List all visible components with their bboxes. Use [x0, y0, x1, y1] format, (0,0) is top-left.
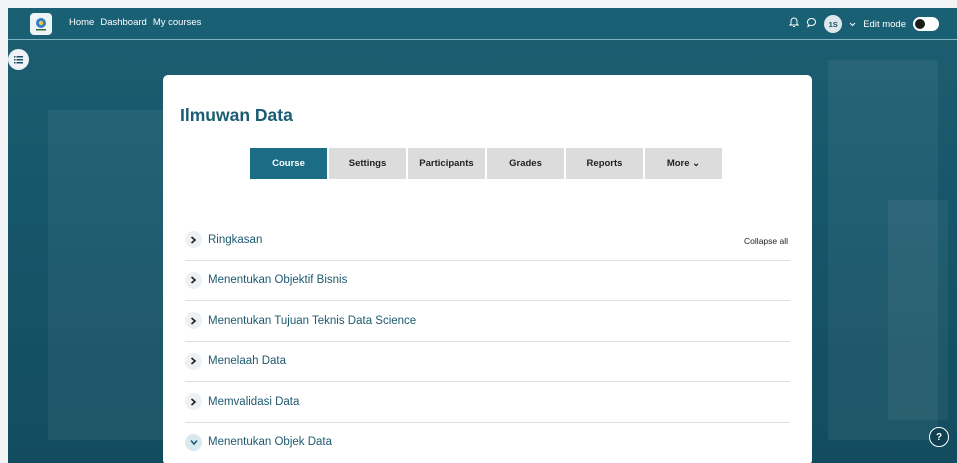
navbar-user-area: 1S Edit mode — [789, 14, 939, 34]
section-item[interactable]: Memvalidasi Data — [185, 382, 790, 423]
logo-icon[interactable] — [30, 13, 52, 35]
chat-icon[interactable] — [806, 17, 817, 31]
tab-more[interactable]: More ⌄ — [645, 148, 722, 179]
page-title: Ilmuwan Data — [180, 105, 293, 125]
course-card: Ilmuwan Data Course Settings Participant… — [163, 75, 812, 463]
section-title[interactable]: Menelaah Data — [208, 355, 286, 367]
course-tabs: Course Settings Participants Grades Repo… — [250, 148, 722, 179]
section-title[interactable]: Menentukan Objektif Bisnis — [208, 274, 347, 286]
section-list: Ringkasan Menentukan Objektif Bisnis Men… — [185, 220, 790, 462]
chevron-right-icon[interactable] — [185, 352, 202, 370]
edit-mode-toggle[interactable] — [913, 17, 939, 31]
tab-course[interactable]: Course — [250, 148, 327, 179]
nav-home-link[interactable]: Home — [69, 17, 94, 28]
section-item[interactable]: Menelaah Data — [185, 342, 790, 382]
section-item[interactable]: Menentukan Objek Data — [185, 423, 790, 463]
section-title[interactable]: Memvalidasi Data — [208, 396, 299, 408]
section-title[interactable]: Menentukan Objek Data — [208, 436, 332, 448]
tab-participants[interactable]: Participants — [408, 148, 485, 179]
tab-grades[interactable]: Grades — [487, 148, 564, 179]
drawer-list-icon — [14, 51, 23, 69]
help-icon[interactable]: ? — [929, 427, 949, 447]
user-menu-chevron-down-icon[interactable] — [849, 19, 856, 30]
section-title[interactable]: Menentukan Tujuan Teknis Data Science — [208, 315, 416, 327]
edit-mode-label: Edit mode — [863, 18, 906, 30]
chevron-right-icon[interactable] — [185, 271, 202, 289]
primary-nav: Home Dashboard My courses — [69, 17, 201, 28]
section-item[interactable]: Menentukan Objektif Bisnis — [185, 261, 790, 301]
avatar[interactable]: 1S — [824, 15, 843, 33]
section-item[interactable]: Ringkasan — [185, 220, 790, 261]
chevron-down-icon[interactable] — [185, 433, 202, 451]
tab-reports[interactable]: Reports — [566, 148, 643, 179]
section-title[interactable]: Ringkasan — [208, 234, 262, 246]
chevron-right-icon[interactable] — [185, 231, 202, 249]
section-item[interactable]: Menentukan Tujuan Teknis Data Science — [185, 301, 790, 342]
nav-dashboard-link[interactable]: Dashboard — [100, 17, 146, 28]
nav-my-courses-link[interactable]: My courses — [153, 17, 202, 28]
chevron-right-icon[interactable] — [185, 312, 202, 330]
bell-icon[interactable] — [789, 17, 800, 31]
chevron-right-icon[interactable] — [185, 393, 202, 411]
top-navbar: Home Dashboard My courses 1S Edit mode — [8, 8, 957, 40]
window-top-border — [0, 0, 957, 8]
course-index-drawer-button[interactable] — [8, 49, 29, 70]
window-left-border — [0, 0, 8, 463]
tab-settings[interactable]: Settings — [329, 148, 406, 179]
